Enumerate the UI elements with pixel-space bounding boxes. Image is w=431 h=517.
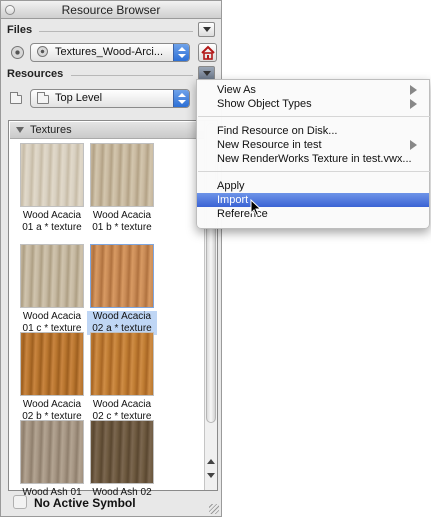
- texture-tile[interactable]: Wood Acacia 02 c * texture: [87, 332, 157, 423]
- submenu-arrow-icon: [410, 140, 417, 150]
- menu-item-label: Import: [217, 194, 249, 206]
- status-text: No Active Symbol: [34, 496, 136, 510]
- scroll-down-arrow-icon[interactable]: [207, 473, 215, 478]
- resources-divider: [71, 75, 193, 76]
- scroll-up-arrow-icon[interactable]: [207, 459, 215, 464]
- resource-browser-palette: Resource Browser Files Textures_Wood-Arc…: [0, 0, 222, 517]
- menu-item-reference[interactable]: Reference: [197, 207, 429, 221]
- texture-tile[interactable]: Wood Acacia 02 b * texture: [17, 332, 87, 423]
- file-popup-value: Textures_Wood-Arci...: [55, 46, 164, 58]
- folder-popup-stepper-icon: [173, 90, 189, 107]
- status-bar: No Active Symbol: [1, 492, 221, 516]
- files-section-label: Files: [7, 24, 33, 36]
- files-options-dropdown[interactable]: [198, 22, 215, 37]
- folder-popup-icon: [37, 92, 49, 104]
- title-bar[interactable]: Resource Browser: [1, 1, 221, 19]
- textures-group-label: Textures: [30, 124, 72, 136]
- menu-item-label: Show Object Types: [217, 98, 312, 110]
- menu-item-show-object-types[interactable]: Show Object Types: [197, 97, 429, 111]
- texture-name: Wood Acacia 01 a * texture: [22, 210, 82, 233]
- menu-item-find-resource-on-disk[interactable]: Find Resource on Disk...: [197, 124, 429, 138]
- resource-list[interactable]: Textures Wood Acacia 01 a * texture Wood …: [8, 120, 218, 498]
- submenu-arrow-icon: [410, 85, 417, 95]
- menu-item-import[interactable]: Import: [197, 193, 429, 207]
- symbol-icon: [13, 495, 27, 509]
- resources-options-menu: View As Show Object Types Find Resource on…: [196, 79, 430, 229]
- menu-separator: [198, 116, 430, 117]
- menu-item-label: New Resource in test: [217, 139, 322, 151]
- menu-item-new-renderworks-texture-in-test-vwx[interactable]: New RenderWorks Texture in test.vwx...: [197, 152, 429, 166]
- texture-tile[interactable]: Wood Acacia 01 c * texture: [17, 244, 87, 335]
- file-popup-gear-icon: [37, 46, 48, 57]
- menu-item-label: Find Resource on Disk...: [217, 125, 338, 137]
- window-title: Resource Browser: [61, 3, 161, 17]
- file-popup[interactable]: Textures_Wood-Arci...: [30, 43, 190, 62]
- menu-item-label: New RenderWorks Texture in test.vwx...: [217, 153, 412, 165]
- texture-tile[interactable]: Wood Ash 02: [87, 420, 157, 499]
- home-button[interactable]: [198, 43, 217, 62]
- texture-thumbnail: [20, 332, 84, 396]
- mouse-pointer-icon: [250, 199, 262, 217]
- menu-item-label: View As: [217, 84, 256, 96]
- menu-item-new-resource-in-test[interactable]: New Resource in test: [197, 138, 429, 152]
- resize-grip-icon[interactable]: [209, 504, 219, 514]
- texture-tile[interactable]: Wood Acacia 01 a * texture: [17, 143, 87, 234]
- texture-tile[interactable]: Wood Ash 01: [17, 420, 87, 499]
- texture-tile[interactable]: Wood Acacia 02 a * texture: [87, 244, 157, 335]
- disclosure-triangle-icon[interactable]: [16, 127, 24, 133]
- texture-thumbnail: [90, 420, 154, 484]
- menu-item-apply[interactable]: Apply: [197, 179, 429, 193]
- menu-item-label: Apply: [217, 180, 245, 192]
- home-icon: [201, 45, 215, 60]
- file-popup-stepper-icon: [173, 44, 189, 61]
- submenu-arrow-icon: [410, 99, 417, 109]
- texture-thumbnail: [20, 244, 84, 308]
- texture-thumbnail: [90, 143, 154, 207]
- folder-icon: [10, 92, 22, 104]
- folder-popup[interactable]: Top Level: [30, 89, 190, 108]
- close-button[interactable]: [5, 5, 15, 15]
- texture-tile[interactable]: Wood Acacia 01 b * texture: [87, 143, 157, 234]
- folder-popup-value: Top Level: [55, 92, 103, 104]
- file-gear-icon: [11, 46, 24, 59]
- texture-thumbnail: [20, 420, 84, 484]
- texture-thumbnail: [90, 332, 154, 396]
- textures-group-header[interactable]: Textures: [10, 122, 205, 139]
- files-divider: [39, 31, 193, 32]
- resources-section-label: Resources: [7, 68, 64, 80]
- menu-separator: [198, 171, 430, 172]
- texture-name: Wood Acacia 01 b * texture: [92, 210, 152, 233]
- texture-thumbnail: [90, 244, 154, 308]
- menu-item-view-as[interactable]: View As: [197, 83, 429, 97]
- texture-thumbnail: [20, 143, 84, 207]
